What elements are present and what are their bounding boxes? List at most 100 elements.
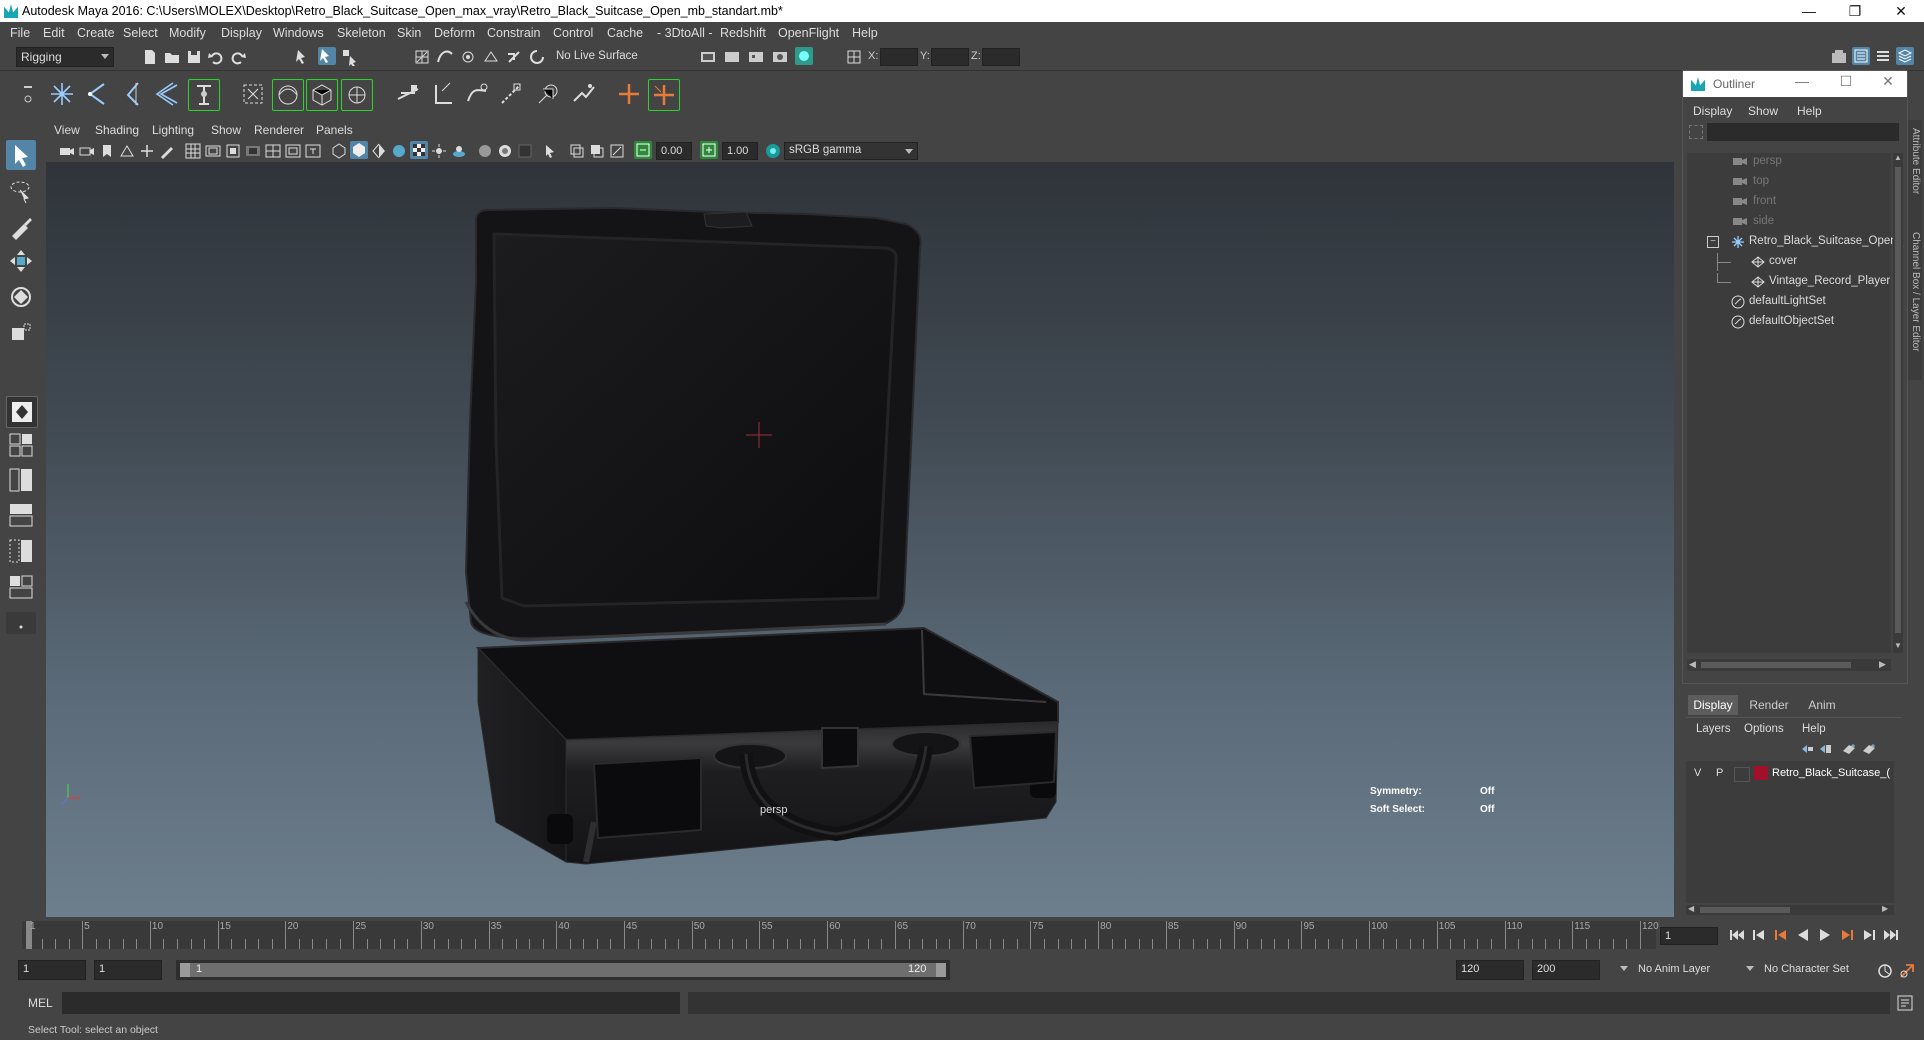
hypershade-icon[interactable] <box>795 47 813 65</box>
select-hierarchy-icon[interactable] <box>295 48 313 66</box>
menu-cache[interactable]: Cache <box>607 26 643 40</box>
menu-redshift[interactable]: Redshift <box>720 26 766 40</box>
persp-outliner-layout-icon[interactable] <box>6 465 36 495</box>
outliner-item-record-player[interactable]: Vintage_Record_Player <box>1687 273 1892 291</box>
scroll-thumb[interactable] <box>1700 907 1790 913</box>
tab-display[interactable]: Display <box>1688 695 1738 715</box>
range-start-handle[interactable] <box>180 963 190 977</box>
hypershade-layout-icon[interactable] <box>6 536 36 566</box>
snap-grid-icon[interactable] <box>413 48 431 66</box>
ik-spline-icon[interactable] <box>118 79 148 109</box>
perspective-viewport[interactable]: persp Symmetry: Off Soft Select: Off <box>46 162 1674 917</box>
layer-horizontal-scrollbar[interactable]: ◀ ▶ <box>1686 904 1894 915</box>
transform-mode-icon[interactable] <box>845 48 863 66</box>
menu-skin[interactable]: Skin <box>397 26 421 40</box>
image-plane-icon[interactable] <box>118 142 136 160</box>
motion-blur-icon[interactable] <box>496 142 514 160</box>
grid-toggle-icon[interactable] <box>184 142 202 160</box>
snap-view-plane-icon[interactable] <box>482 48 500 66</box>
outliner-item-default-light-set[interactable]: defaultLightSet <box>1687 293 1892 311</box>
tab-render[interactable]: Render <box>1742 695 1796 715</box>
orient-joint-icon[interactable] <box>238 79 268 109</box>
color-space-dropdown[interactable]: sRGB gamma <box>784 142 918 160</box>
outliner-item-top[interactable]: top <box>1687 173 1892 191</box>
outliner-minimize-button[interactable]: — <box>1787 73 1817 89</box>
layer-menu-options[interactable]: Options <box>1744 723 1784 735</box>
new-scene-icon[interactable] <box>141 48 159 66</box>
character-set-dropdown[interactable]: No Character Set <box>1746 960 1872 980</box>
animation-preferences-icon[interactable] <box>1898 962 1916 980</box>
menu-file[interactable]: File <box>10 26 30 40</box>
rotate-tool-icon[interactable] <box>6 282 36 312</box>
menu-windows[interactable]: Windows <box>273 26 324 40</box>
cluster-icon[interactable] <box>393 79 423 109</box>
move-layer-down-icon[interactable] <box>1818 743 1832 755</box>
multisample-aa-icon[interactable] <box>516 142 534 160</box>
tab-anim[interactable]: Anim <box>1800 695 1844 715</box>
wireframe-icon[interactable] <box>330 142 348 160</box>
outliner-close-button[interactable]: ✕ <box>1873 73 1903 90</box>
menu-edit[interactable]: Edit <box>43 26 65 40</box>
outliner-menu-show[interactable]: Show <box>1748 104 1778 118</box>
new-layer-selected-icon[interactable] <box>1862 743 1876 755</box>
camera-select-icon[interactable] <box>58 142 76 160</box>
paint-weights-icon[interactable] <box>341 79 373 111</box>
ik-handle-icon[interactable] <box>82 79 112 109</box>
sculpt-deformer-icon[interactable] <box>533 79 563 109</box>
lattice-icon[interactable] <box>428 79 458 109</box>
outliner-vertical-scrollbar[interactable]: ▲ ▼ <box>1893 153 1903 653</box>
close-button[interactable]: ✕ <box>1878 0 1924 22</box>
range-bar-fill[interactable] <box>180 963 946 977</box>
command-input[interactable] <box>62 992 680 1014</box>
menu-create[interactable]: Create <box>77 26 115 40</box>
menu-display[interactable]: Display <box>221 26 262 40</box>
layer-color-swatch[interactable] <box>1754 766 1768 780</box>
attribute-editor-toggle-icon[interactable] <box>1852 47 1870 65</box>
bind-skin-icon[interactable] <box>272 79 304 111</box>
menu-select[interactable]: Select <box>123 26 158 40</box>
grease-pencil-icon[interactable] <box>158 142 176 160</box>
channel-box-tab[interactable]: Channel Box / Layer Editor <box>1910 232 1921 352</box>
xray-active-components-icon[interactable] <box>588 142 606 160</box>
step-forward-frame-icon[interactable] <box>1838 927 1856 943</box>
y-input[interactable] <box>931 48 969 66</box>
single-perspective-layout-icon[interactable] <box>6 396 38 428</box>
film-gate-icon[interactable] <box>204 142 222 160</box>
move-layer-up-icon[interactable] <box>1800 743 1814 755</box>
custom-layout-icon[interactable] <box>6 572 36 602</box>
redo-icon[interactable] <box>229 48 247 66</box>
textured-icon[interactable] <box>410 141 428 159</box>
outliner-item-group[interactable]: − Retro_Black_Suitcase_Open_ <box>1687 233 1903 251</box>
render-frame-icon[interactable] <box>747 48 765 66</box>
filter-icon[interactable] <box>1689 125 1703 139</box>
safe-action-icon[interactable] <box>284 142 302 160</box>
scroll-thumb[interactable] <box>1701 662 1851 668</box>
make-live-icon[interactable] <box>528 48 546 66</box>
wire-deformer-icon[interactable] <box>568 79 598 109</box>
snap-live-icon[interactable] <box>505 48 523 66</box>
scroll-right-icon[interactable]: ▶ <box>1879 659 1886 670</box>
scroll-left-icon[interactable]: ◀ <box>1689 659 1696 670</box>
viewport-menu-panels[interactable]: Panels <box>316 123 353 137</box>
save-scene-icon[interactable] <box>185 48 203 66</box>
layer-visibility-toggle[interactable]: V <box>1694 767 1701 779</box>
constraint-icon[interactable] <box>648 79 680 111</box>
scroll-thumb[interactable] <box>1895 167 1901 633</box>
blend-shape-icon[interactable] <box>462 79 492 109</box>
viewport-menu-view[interactable]: View <box>54 123 80 137</box>
outliner-item-default-object-set[interactable]: defaultObjectSet <box>1687 313 1892 331</box>
viewport-menu-shading[interactable]: Shading <box>95 123 139 137</box>
insert-joint-icon[interactable] <box>153 79 183 109</box>
resolution-gate-icon[interactable] <box>224 142 242 160</box>
use-all-lights-icon[interactable] <box>430 142 448 160</box>
playback-end-field[interactable]: 120 <box>1456 960 1524 980</box>
wrap-deformer-icon[interactable] <box>496 79 526 109</box>
menu-constrain[interactable]: Constrain <box>487 26 541 40</box>
wireframe-on-shaded-icon[interactable] <box>390 142 408 160</box>
z-input[interactable] <box>982 48 1020 66</box>
outliner-horizontal-scrollbar[interactable]: ◀ ▶ <box>1687 659 1891 671</box>
layer-playback-toggle[interactable]: P <box>1716 767 1723 779</box>
menu-deform[interactable]: Deform <box>434 26 475 40</box>
outliner-item-cover[interactable]: cover <box>1687 253 1892 271</box>
outliner-maximize-button[interactable]: ☐ <box>1831 73 1861 90</box>
